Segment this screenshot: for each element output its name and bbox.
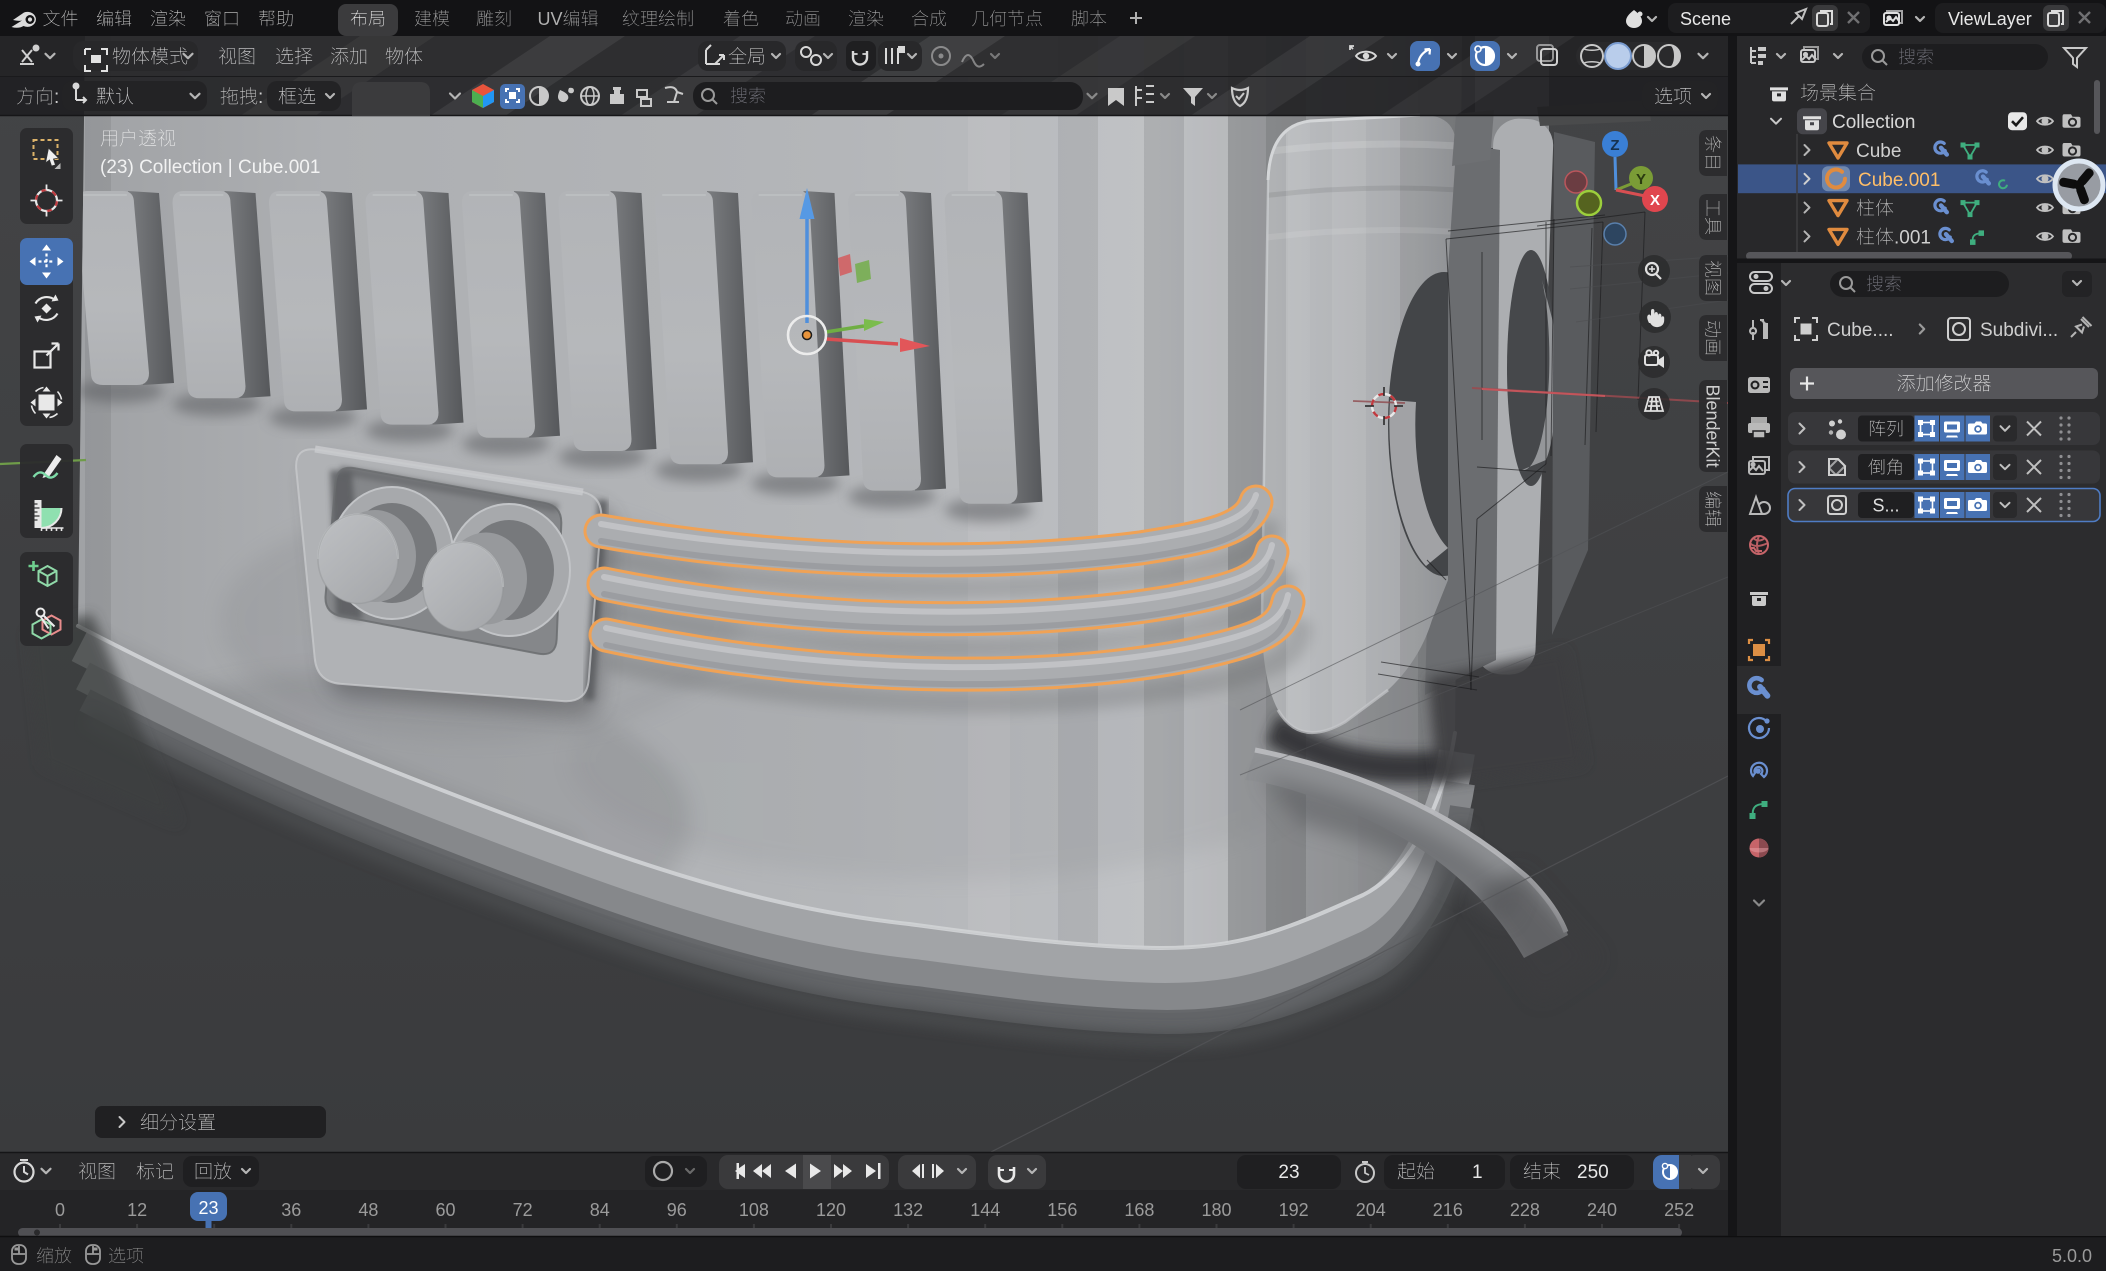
svg-text:1: 1 — [1472, 1162, 1483, 1183]
svg-text:84: 84 — [590, 1200, 610, 1220]
svg-text:UV: UV — [538, 9, 563, 29]
svg-text:144: 144 — [970, 1200, 1000, 1220]
svg-text:Cube....: Cube.... — [1827, 320, 1894, 341]
svg-text:23: 23 — [1278, 1162, 1299, 1183]
svg-text:250: 250 — [1577, 1162, 1609, 1183]
svg-text:36: 36 — [281, 1200, 301, 1220]
svg-text:S...: S... — [1873, 496, 1900, 516]
svg-text:Cube.001: Cube.001 — [1858, 170, 1940, 191]
svg-text:12: 12 — [127, 1200, 147, 1220]
svg-text:132: 132 — [893, 1200, 923, 1220]
svg-text:23: 23 — [199, 1198, 219, 1218]
svg-text:240: 240 — [1587, 1200, 1617, 1220]
svg-text:192: 192 — [1279, 1200, 1309, 1220]
svg-text:ViewLayer: ViewLayer — [1948, 9, 2032, 29]
svg-text:108: 108 — [739, 1200, 769, 1220]
svg-text::: : — [258, 87, 263, 108]
svg-text:Z: Z — [1610, 137, 1619, 154]
svg-text:156: 156 — [1047, 1200, 1077, 1220]
svg-text:0: 0 — [55, 1200, 65, 1220]
svg-text:X: X — [1650, 192, 1660, 209]
svg-text:.001: .001 — [1894, 227, 1931, 248]
svg-text:228: 228 — [1510, 1200, 1540, 1220]
svg-text:60: 60 — [436, 1200, 456, 1220]
svg-text:BlenderKit: BlenderKit — [1703, 385, 1723, 468]
svg-text:180: 180 — [1202, 1200, 1232, 1220]
svg-text:168: 168 — [1124, 1200, 1154, 1220]
svg-text:Y: Y — [1636, 171, 1646, 188]
svg-text:204: 204 — [1356, 1200, 1386, 1220]
svg-text:(23) Collection | Cube.001: (23) Collection | Cube.001 — [100, 157, 320, 178]
svg-text:252: 252 — [1664, 1200, 1694, 1220]
svg-text:120: 120 — [816, 1200, 846, 1220]
svg-text:96: 96 — [667, 1200, 687, 1220]
svg-text:72: 72 — [513, 1200, 533, 1220]
svg-text:216: 216 — [1433, 1200, 1463, 1220]
svg-text:5.0.0: 5.0.0 — [2052, 1246, 2092, 1266]
svg-text:Collection: Collection — [1832, 112, 1915, 133]
svg-text:48: 48 — [358, 1200, 378, 1220]
svg-text:Scene: Scene — [1680, 9, 1731, 29]
svg-text::: : — [54, 87, 59, 108]
svg-text:Subdivi...: Subdivi... — [1980, 320, 2058, 341]
svg-text:Cube: Cube — [1856, 141, 1901, 162]
